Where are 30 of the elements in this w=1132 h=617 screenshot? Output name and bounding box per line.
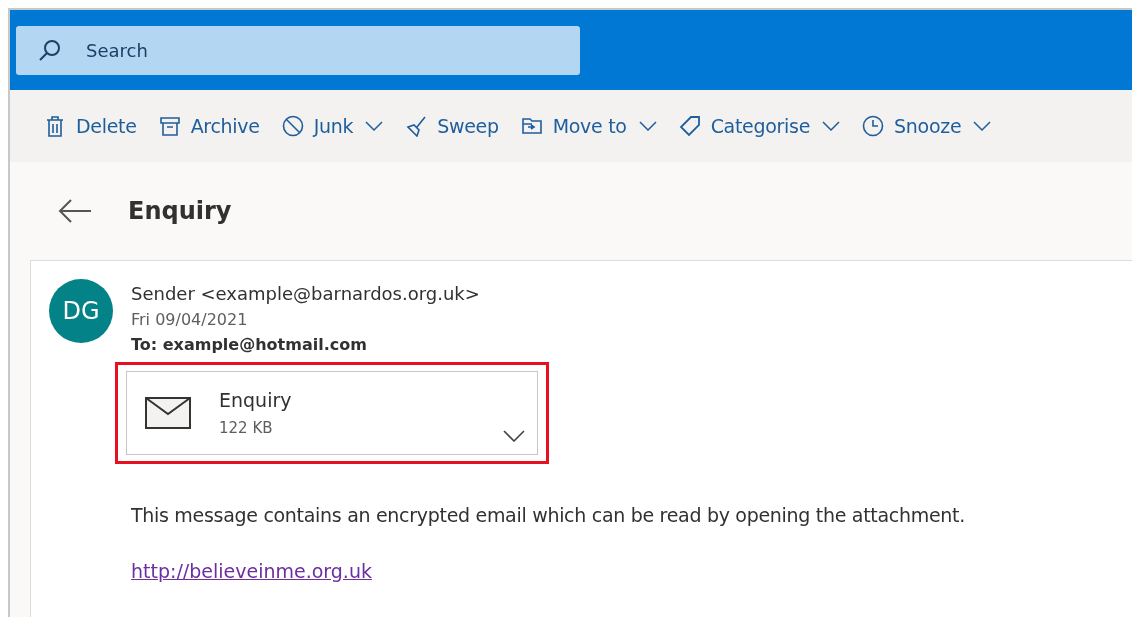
email-subject: Enquiry	[128, 197, 232, 225]
recipient: To: example@hotmail.com	[131, 335, 368, 354]
message-body: This message contains an encrypted email which can be read by opening the attachment.	[131, 504, 965, 526]
chevron-down-icon	[365, 121, 384, 131]
prohibited-icon	[281, 115, 304, 137]
envelope-icon	[145, 397, 191, 429]
toolbar-button[interactable]: Snooze	[854, 111, 1000, 141]
broom-icon	[405, 115, 428, 137]
toolbar-button[interactable]: Categorise	[670, 111, 849, 141]
search-field[interactable]: Search	[16, 25, 580, 75]
folder-arrow-icon	[520, 115, 543, 137]
clock-icon	[862, 115, 885, 137]
toolbar-button[interactable]: Sweep	[397, 111, 507, 141]
archive-icon	[158, 115, 181, 137]
chevron-down-icon	[503, 430, 525, 442]
toolbar-button[interactable]: Archive	[150, 111, 268, 141]
tag-icon	[678, 115, 701, 137]
link[interactable]: http://believeinme.org.uk	[131, 560, 965, 582]
date: Fri 09/04/2021	[131, 310, 249, 329]
back-arrow-icon[interactable]	[58, 198, 92, 224]
chevron-down-icon	[822, 121, 841, 131]
chevron-down-icon	[973, 121, 992, 131]
avatar: DG	[49, 279, 113, 343]
toolbar-button[interactable]: Junk	[273, 111, 392, 141]
chevron-down-icon	[638, 121, 657, 131]
toolbar-button[interactable]: Delete	[36, 111, 145, 141]
sender: Sender <example@barnardos.org.uk>	[131, 283, 481, 304]
trash-icon	[44, 115, 66, 137]
toolbar-button[interactable]: Move to	[512, 111, 665, 141]
attachment-card[interactable]: Enquiry 122 KB	[126, 371, 538, 455]
